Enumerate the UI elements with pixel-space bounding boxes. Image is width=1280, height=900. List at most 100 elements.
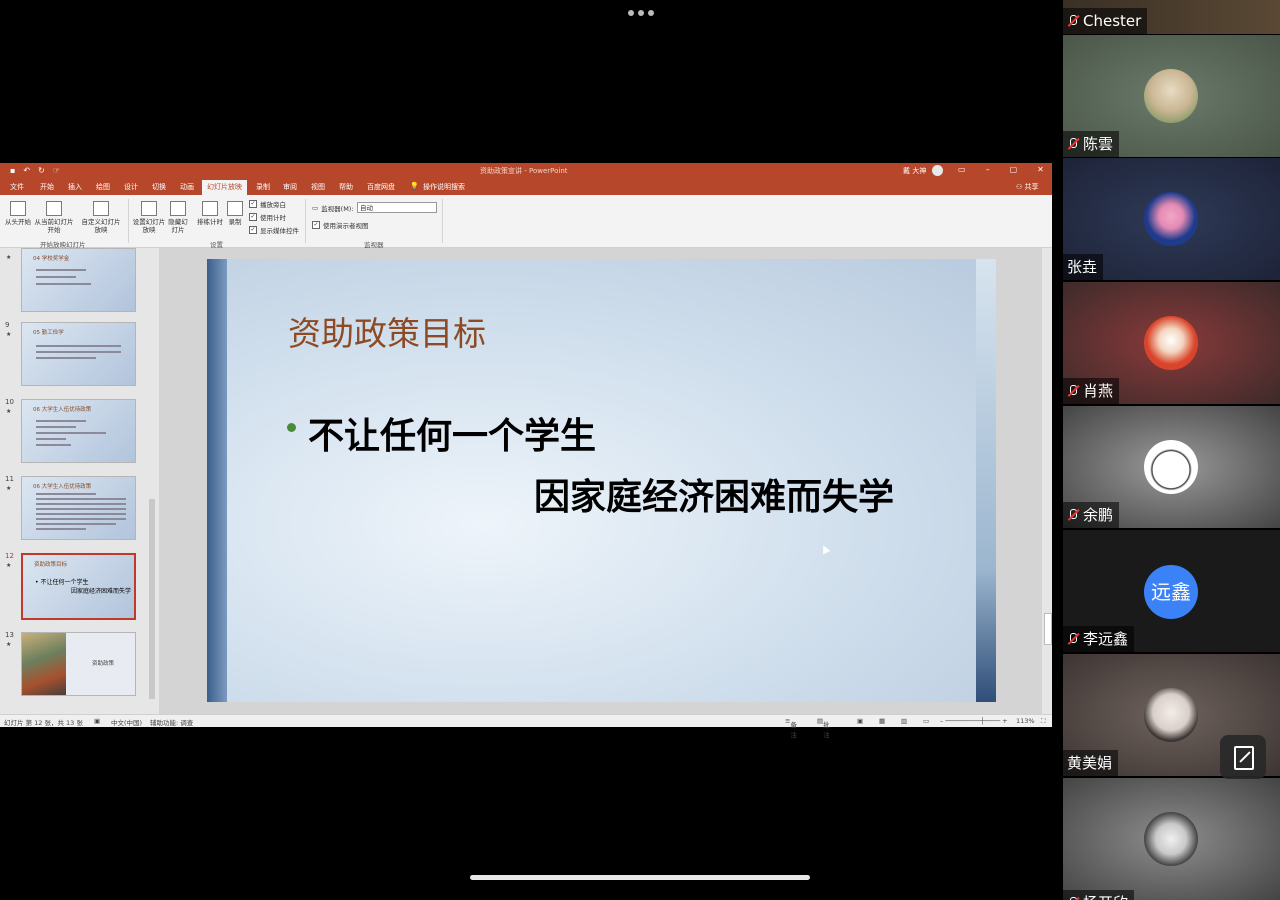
- slide-thumbnail-selected[interactable]: 资助政策目标 • 不让任何一个学生 因家庭经济困难而失学: [21, 553, 136, 620]
- accessibility-status[interactable]: 辅助功能: 调查: [150, 717, 193, 727]
- tab-record[interactable]: 录制: [256, 182, 270, 192]
- share-button[interactable]: ⚇ 共享: [1016, 182, 1039, 192]
- slide-thumbnails-pane: ★ 04 学校奖学金 9 ★ 05 勤工俭学 10 ★ 06 大学生入伍优待政策…: [0, 248, 158, 714]
- share-label: 共享: [1024, 183, 1039, 191]
- window-controls: ▭ – ▢ ✕: [958, 165, 1044, 174]
- tab-view[interactable]: 视图: [311, 182, 325, 192]
- slide-title[interactable]: 资助政策目标: [288, 307, 486, 355]
- current-slide[interactable]: 资助政策目标 不让任何一个学生 因家庭经济困难而失学: [207, 259, 996, 702]
- slideshow-icon: [10, 201, 26, 216]
- reading-view-icon[interactable]: ▥: [901, 717, 907, 725]
- slide-thumbnail[interactable]: 04 学校奖学金: [21, 248, 136, 312]
- group-divider: [128, 199, 129, 243]
- custom-show-icon: [93, 201, 109, 216]
- monitor-select[interactable]: 自动: [357, 202, 437, 213]
- tab-baidu[interactable]: 百度网盘: [367, 182, 395, 192]
- slide-number: 9: [5, 321, 10, 329]
- fit-to-window-icon[interactable]: ⛶: [1041, 717, 1046, 726]
- user-avatar[interactable]: [932, 165, 943, 176]
- quick-access-toolbar: ▪ ↶ ↻ ☞: [10, 166, 60, 175]
- status-bar: 幻灯片 第 12 张，共 13 张 ▣ 中文(中国) 辅助功能: 调查 ≡ 备注…: [0, 714, 1052, 739]
- animation-star-icon: ★: [6, 562, 12, 569]
- timing-checkbox[interactable]: ✓ 使用计时: [249, 212, 286, 222]
- custom-show-button[interactable]: 自定义幻灯片放映: [80, 201, 122, 234]
- undo-icon[interactable]: ↶: [23, 166, 30, 175]
- tab-slideshow[interactable]: 幻灯片放映: [202, 180, 247, 195]
- tab-review[interactable]: 审阅: [283, 182, 297, 192]
- redo-icon[interactable]: ↻: [38, 166, 45, 175]
- mic-muted-icon: [1067, 896, 1079, 900]
- slide-thumbnail[interactable]: 05 勤工俭学: [21, 322, 136, 386]
- home-indicator[interactable]: [470, 875, 810, 880]
- avatar: [1144, 440, 1198, 494]
- tab-animations[interactable]: 动画: [180, 182, 194, 192]
- presenter-view-checkbox[interactable]: ✓ 使用演示者视图: [312, 220, 369, 230]
- participant-name-tag: 张垚: [1063, 254, 1104, 280]
- tab-transitions[interactable]: 切换: [152, 182, 166, 192]
- notes-button[interactable]: ≡ 备注: [785, 717, 797, 739]
- media-controls-checkbox[interactable]: ✓ 显示媒体控件: [249, 225, 299, 235]
- editor-scrollbar[interactable]: [1042, 248, 1052, 714]
- participant-tile[interactable]: 远鑫 李远鑫: [1063, 530, 1280, 652]
- touch-mode-icon[interactable]: ☞: [53, 166, 60, 175]
- avatar: [1144, 192, 1198, 246]
- narration-checkbox[interactable]: ✓ 播放旁白: [249, 199, 286, 209]
- hide-slide-button[interactable]: 隐藏幻灯片: [166, 201, 190, 234]
- participant-tile[interactable]: 肖燕: [1063, 282, 1280, 404]
- minimize-icon[interactable]: –: [986, 165, 990, 174]
- slide-body-line2[interactable]: 因家庭经济困难而失学: [534, 468, 894, 520]
- participant-tile[interactable]: 杨开欣: [1063, 778, 1280, 900]
- close-icon[interactable]: ✕: [1037, 165, 1044, 174]
- ribbon-tabs: 文件 开始 插入 绘图 设计 切换 动画 幻灯片放映 录制 审阅 视图 帮助 百…: [0, 178, 1052, 195]
- zoom-level[interactable]: 113%: [1016, 717, 1035, 725]
- more-options-icon[interactable]: [628, 10, 654, 18]
- participant-tile[interactable]: 陈雲: [1063, 35, 1280, 157]
- slide-thumbnail[interactable]: 资助政策: [21, 632, 136, 696]
- animation-star-icon: ★: [6, 408, 12, 415]
- tab-draw[interactable]: 绘图: [96, 182, 110, 192]
- tell-me-search[interactable]: 操作说明搜索: [423, 182, 465, 192]
- tab-help[interactable]: 帮助: [339, 182, 353, 192]
- comments-button[interactable]: ▤ 批注: [817, 717, 830, 739]
- slideshow-view-icon[interactable]: ▭: [923, 717, 929, 725]
- tab-insert[interactable]: 插入: [68, 182, 82, 192]
- animation-star-icon: ★: [6, 331, 12, 338]
- avatar: [1144, 316, 1198, 370]
- setup-show-button[interactable]: 设置幻灯片放映: [132, 201, 166, 234]
- annotate-button[interactable]: [1220, 735, 1266, 779]
- tab-home[interactable]: 开始: [40, 182, 54, 192]
- spellcheck-icon[interactable]: ▣: [94, 717, 100, 725]
- restore-icon[interactable]: ▢: [1010, 165, 1018, 174]
- group-divider: [305, 199, 306, 243]
- save-icon[interactable]: ▪: [10, 166, 15, 175]
- slide-thumbnail[interactable]: 06 大学生入伍优待政策: [21, 476, 136, 540]
- zoom-slider[interactable]: – ─────────┼──── +: [940, 717, 1008, 725]
- slide-body-line1[interactable]: 不让任何一个学生: [308, 407, 596, 459]
- participant-name-tag: 黄美娟: [1063, 750, 1119, 776]
- hide-slide-icon: [170, 201, 186, 216]
- tab-design[interactable]: 设计: [124, 182, 138, 192]
- animation-star-icon: ★: [6, 485, 12, 492]
- ribbon-display-icon[interactable]: ▭: [958, 165, 966, 174]
- slide-right-bar: [976, 259, 996, 702]
- slide-left-bar: [207, 259, 227, 702]
- slideshow-current-icon: [46, 201, 62, 216]
- monitor-icon: ▭: [312, 204, 319, 212]
- thumbnail-scrollbar[interactable]: [148, 249, 156, 715]
- normal-view-icon[interactable]: ▣: [857, 717, 863, 725]
- language-indicator[interactable]: 中文(中国): [111, 717, 142, 727]
- participant-tile[interactable]: 张垚: [1063, 158, 1280, 280]
- slide-sorter-icon[interactable]: ▦: [879, 717, 885, 725]
- mic-muted-icon: [1067, 137, 1079, 151]
- participant-tile[interactable]: 余鹏: [1063, 406, 1280, 528]
- tab-file[interactable]: 文件: [10, 182, 24, 192]
- from-current-button[interactable]: 从当前幻灯片开始: [34, 201, 74, 234]
- from-start-button[interactable]: 从头开始: [4, 201, 32, 226]
- participant-tile[interactable]: Chester: [1063, 0, 1280, 34]
- mic-muted-icon: [1067, 384, 1079, 398]
- rehearse-timings-button[interactable]: 排练计时: [195, 201, 225, 226]
- participant-name-tag: 杨开欣: [1063, 890, 1135, 900]
- group-divider: [442, 199, 443, 243]
- record-button[interactable]: 录制: [226, 201, 244, 226]
- slide-thumbnail[interactable]: 06 大学生入伍优待政策: [21, 399, 136, 463]
